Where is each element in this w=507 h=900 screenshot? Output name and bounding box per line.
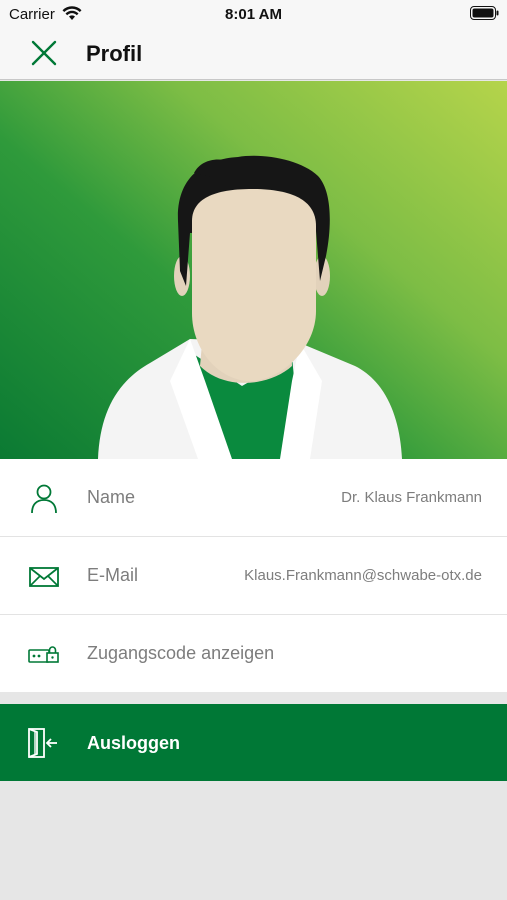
logout-icon [28, 728, 57, 758]
name-label: Name [87, 487, 136, 507]
name-value: Dr. Klaus Frankmann [341, 489, 482, 506]
email-row[interactable]: E-Mail Klaus.Frankmann@schwabe-otx.de [0, 537, 507, 615]
profile-screen: Carrier 8:01 AM Profil Name Dr. Klaus Fr… [0, 0, 507, 900]
access-code-label: Zugangscode anzeigen [87, 643, 275, 663]
email-label: E-Mail [87, 565, 139, 585]
battery-icon [470, 6, 499, 20]
navigation-bar: Profil [0, 28, 507, 80]
page-title: Profil [86, 41, 143, 66]
name-row[interactable]: Name Dr. Klaus Frankmann [0, 459, 507, 537]
access-code-icon [28, 646, 59, 663]
logout-button[interactable]: Ausloggen [0, 704, 507, 781]
profile-hero [0, 81, 507, 459]
doctor-avatar-illustration [98, 155, 402, 459]
email-value: Klaus.Frankmann@schwabe-otx.de [244, 567, 482, 584]
close-button[interactable] [30, 39, 58, 67]
logout-label: Ausloggen [87, 733, 180, 753]
mail-icon [29, 567, 59, 587]
section-divider [0, 692, 507, 704]
status-time: 8:01 AM [225, 6, 282, 23]
close-icon [31, 40, 57, 66]
status-bar: Carrier 8:01 AM [0, 0, 507, 28]
profile-list: Name Dr. Klaus Frankmann E-Mail Klaus.Fr… [0, 459, 507, 693]
user-icon [31, 484, 57, 514]
access-code-row[interactable]: Zugangscode anzeigen [0, 615, 507, 693]
